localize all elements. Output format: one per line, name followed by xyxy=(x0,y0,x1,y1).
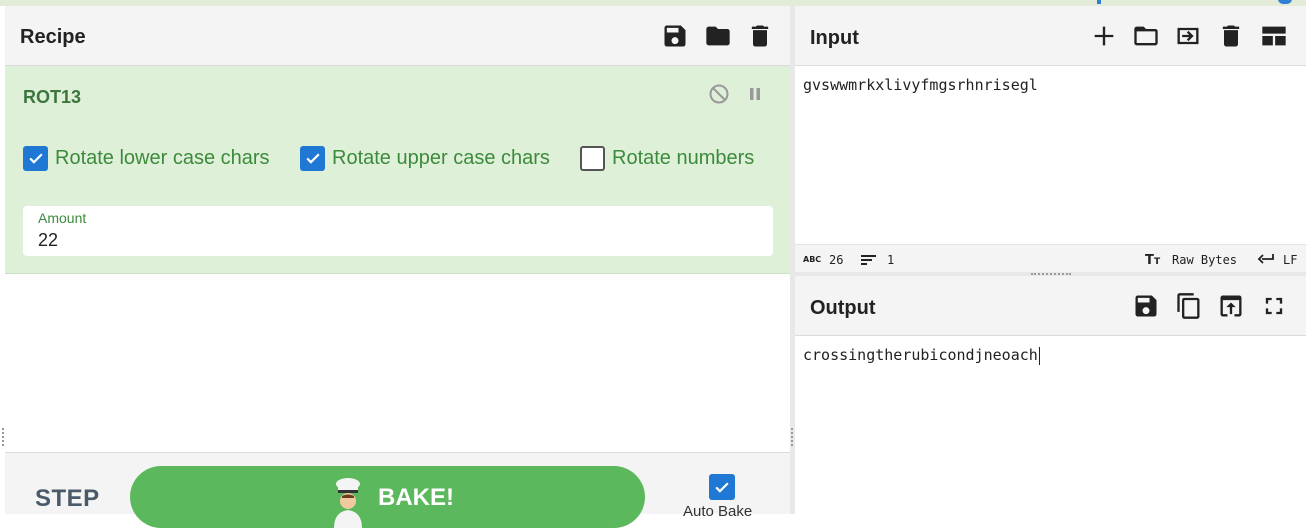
rotate-upper-checkbox[interactable] xyxy=(300,145,325,171)
disable-icon xyxy=(709,84,729,104)
amount-label: Amount xyxy=(38,210,87,226)
recipe-panel: Recipe ROT13 Rotate lower case chars Rot… xyxy=(5,6,790,528)
output-text[interactable]: crossingtherubicondjneoach xyxy=(803,346,1040,365)
rotate-upper-label: Rotate upper case chars xyxy=(332,146,550,169)
fullscreen-icon xyxy=(1265,297,1283,315)
strip-accent xyxy=(1097,0,1101,4)
reset-layout-button[interactable] xyxy=(1260,22,1288,50)
svg-text:ABC: ABC xyxy=(803,255,821,264)
recipe-controls: STEP BAKE! Auto Bake xyxy=(5,452,790,528)
resize-grip xyxy=(791,428,793,446)
rotate-numbers-checkbox[interactable] xyxy=(580,145,605,171)
output-title: Output xyxy=(810,297,876,319)
operation-title: ROT13 xyxy=(23,87,82,107)
import-icon xyxy=(1177,27,1199,45)
input-textarea[interactable]: gvswwmrkxlivyfmgsrhnrisegl xyxy=(803,76,1038,94)
load-recipe-button[interactable] xyxy=(704,22,732,50)
char-count: 26 xyxy=(829,253,844,267)
save-icon xyxy=(1135,295,1157,317)
clear-input-button[interactable] xyxy=(1217,22,1245,50)
check-icon xyxy=(28,153,43,164)
copy-icon xyxy=(1177,293,1200,319)
rotate-lower-option[interactable]: Rotate lower case chars xyxy=(23,145,270,171)
recipe-title: Recipe xyxy=(20,26,86,48)
line-count: 1 xyxy=(887,253,895,267)
io-panel: Input gvswwmrkxlivyfmgsrhnrisegl ABC 26 … xyxy=(795,6,1306,514)
layout-icon xyxy=(1262,26,1286,46)
rotate-upper-option[interactable]: Rotate upper case chars xyxy=(300,145,550,171)
rotate-numbers-option[interactable]: Rotate numbers xyxy=(580,145,754,171)
svg-text:T: T xyxy=(1154,257,1161,266)
replace-input-button[interactable] xyxy=(1217,292,1245,320)
copy-output-button[interactable] xyxy=(1175,292,1203,320)
encoding-selector[interactable]: Raw Bytes xyxy=(1172,253,1237,267)
check-icon xyxy=(305,153,320,164)
open-folder-button[interactable] xyxy=(1174,22,1202,50)
trash-icon xyxy=(1222,25,1240,47)
bake-label: BAKE! xyxy=(378,484,454,511)
recipe-header: Recipe xyxy=(5,6,790,66)
open-file-button[interactable] xyxy=(1132,22,1160,50)
output-value: crossingtherubicondjneoach xyxy=(803,346,1038,364)
eol-selector[interactable]: LF xyxy=(1283,253,1297,267)
resize-grip-left[interactable] xyxy=(2,428,4,446)
auto-bake-label: Auto Bake xyxy=(683,503,753,520)
folder-icon xyxy=(706,26,730,46)
input-title: Input xyxy=(810,27,859,49)
lines-icon xyxy=(861,255,876,265)
rotate-lower-label: Rotate lower case chars xyxy=(55,146,270,169)
save-output-button[interactable] xyxy=(1132,292,1160,320)
step-button[interactable]: STEP xyxy=(35,485,100,513)
disable-operation-button[interactable] xyxy=(707,82,731,106)
input-header: Input xyxy=(795,6,1306,66)
add-input-tab-button[interactable] xyxy=(1090,22,1118,50)
output-header: Output xyxy=(795,276,1306,336)
text-cursor xyxy=(1038,346,1040,365)
abc-icon: ABC xyxy=(803,255,821,264)
auto-bake-checkbox[interactable] xyxy=(709,474,735,500)
plus-icon xyxy=(1094,26,1114,46)
clear-recipe-button[interactable] xyxy=(746,22,774,50)
rotate-lower-checkbox[interactable] xyxy=(23,145,48,171)
input-status-bar: ABC 26 1 TT Raw Bytes LF xyxy=(795,244,1306,272)
maximise-output-button[interactable] xyxy=(1260,292,1288,320)
strip-accent-round xyxy=(1278,0,1292,4)
trash-icon xyxy=(751,25,769,47)
rotate-numbers-label: Rotate numbers xyxy=(612,146,755,169)
pause-icon xyxy=(750,88,760,100)
check-icon xyxy=(715,482,729,493)
chef-icon xyxy=(334,478,362,528)
operation-rot13: ROT13 Rotate lower case chars Rotate upp… xyxy=(5,66,790,274)
bake-button[interactable]: BAKE! xyxy=(130,466,645,528)
save-recipe-button[interactable] xyxy=(661,22,689,50)
save-icon xyxy=(664,25,686,47)
folder-outline-icon xyxy=(1134,26,1158,46)
return-arrow-icon xyxy=(1257,254,1274,264)
svg-text:T: T xyxy=(1145,253,1154,266)
move-to-input-icon xyxy=(1220,295,1242,317)
pause-operation-button[interactable] xyxy=(743,82,767,106)
amount-value[interactable]: 22 xyxy=(38,230,58,251)
text-size-icon: TT xyxy=(1145,253,1161,266)
amount-field[interactable]: Amount 22 xyxy=(23,206,773,256)
